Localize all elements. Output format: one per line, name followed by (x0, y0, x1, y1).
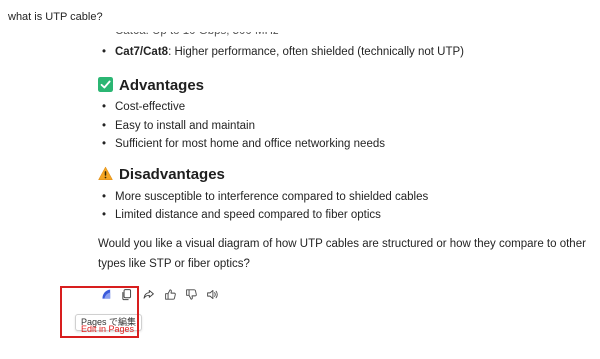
share-button[interactable] (140, 289, 156, 305)
bullet-dot: • (102, 46, 107, 58)
advantages-heading: Advantages (98, 77, 204, 94)
warning-icon (98, 166, 113, 181)
cutoff-list-item: Cat6a: Up to 10 Gbps, 500 MHz (115, 25, 279, 37)
list-item-bold: Cat7/Cat8 (115, 46, 169, 58)
check-mark-button-icon (98, 77, 113, 92)
thumbs-up-button[interactable] (162, 289, 178, 305)
share-icon (142, 288, 155, 306)
thumbs-down-icon (185, 288, 198, 306)
list-item-text: Easy to install and maintain (115, 120, 255, 132)
closing-paragraph: Would you like a visual diagram of how U… (98, 238, 586, 270)
disadvantages-heading-text: Disadvantages (119, 166, 225, 183)
annotation-highlight-box (60, 286, 139, 338)
disadvantages-heading: Disadvantages (98, 166, 225, 183)
read-aloud-button[interactable] (204, 289, 220, 305)
list-item-text: Sufficient for most home and office netw… (115, 138, 385, 150)
list-item-text: : Higher performance, often shielded (te… (168, 46, 465, 58)
thumbs-up-icon (164, 288, 177, 306)
list-item-text: Cost-effective (115, 101, 186, 113)
list-item-text: Limited distance and speed compared to f… (115, 209, 381, 221)
thumbs-down-button[interactable] (183, 289, 199, 305)
advantages-heading-text: Advantages (119, 77, 205, 94)
speaker-icon (206, 288, 219, 306)
list-item-text: More susceptible to interference compare… (115, 191, 429, 203)
page-title: what is UTP cable? (8, 11, 103, 23)
